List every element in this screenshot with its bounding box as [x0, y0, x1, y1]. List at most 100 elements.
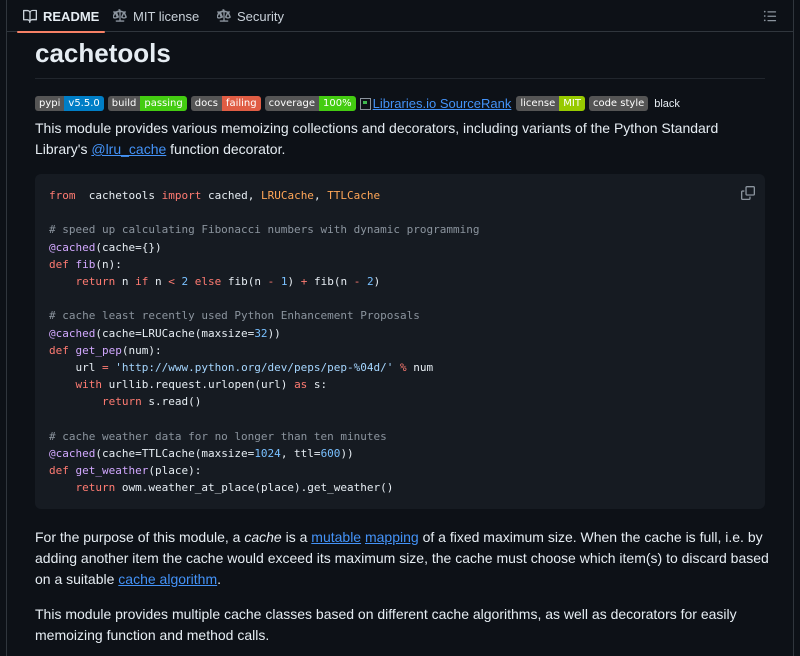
code-token: owm.weather_at_place(place).get_weather(…	[115, 481, 394, 495]
tab-readme[interactable]: README	[16, 0, 106, 33]
code-token: 2	[366, 275, 374, 289]
badge-key: pypi	[35, 96, 65, 111]
scale-icon	[113, 9, 127, 22]
readme-tabbar: README MIT license Security	[7, 0, 793, 33]
code-token: @cached	[49, 240, 96, 254]
code-line: return owm.weather_at_place(place).get_w…	[49, 479, 479, 496]
code-line: with urllib.request.urlopen(url) as s:	[49, 376, 479, 393]
code-token: # cache least recently used Python Enhan…	[49, 309, 420, 323]
copy-icon	[741, 186, 755, 200]
code-token: # speed up calculating Fibonacci numbers…	[49, 223, 480, 237]
code-line: return s.read()	[49, 393, 479, 410]
code-token: )	[154, 240, 162, 254]
code-token: (cache=	[95, 240, 142, 254]
mutable-link[interactable]: mutable	[311, 529, 361, 545]
code-token: fib(n	[307, 275, 354, 289]
code-token: get_pep	[75, 343, 122, 357]
code-token: %	[400, 361, 407, 375]
code-token: from	[49, 189, 76, 202]
code-line: # cache weather data for no longer than …	[49, 428, 479, 445]
para-text: is a	[281, 529, 312, 545]
code-line: @cached(cache={})	[49, 239, 479, 256]
sourcerank-alt-text: Libraries.io SourceRank	[372, 96, 512, 111]
mapping-link[interactable]: mapping	[365, 529, 419, 545]
code-token: =	[101, 361, 109, 375]
code-token: LRUCache	[260, 189, 314, 202]
code-token: TTLCache(maxsize=	[141, 447, 255, 461]
badge-pypi[interactable]: pypi v5.5.0	[35, 96, 104, 111]
code-token: with	[75, 378, 103, 392]
code-token: def	[49, 343, 69, 357]
intro-paragraph: This module provides various memoizing c…	[35, 118, 770, 160]
tab-label: Security	[237, 8, 284, 24]
code-token: import	[161, 189, 202, 202]
badge-coverage[interactable]: coverage 100%	[264, 96, 356, 111]
badge-code-style-value: black	[654, 97, 680, 110]
para-text: .	[217, 571, 222, 587]
tab-label: MIT license	[133, 8, 200, 24]
badge-code-style[interactable]: code style	[588, 96, 649, 111]
code-token: def	[49, 464, 69, 478]
code-token: )	[287, 275, 301, 289]
code-token: get_weather	[75, 464, 149, 478]
badge-value: passing	[140, 96, 187, 111]
code-token: (cache=	[95, 447, 142, 461]
code-block: from cachetools import cached, LRUCache,…	[35, 174, 765, 509]
badge-key: code style	[588, 96, 649, 111]
cache-definition-paragraph: For the purpose of this module, a cache …	[35, 527, 770, 590]
outline-button[interactable]	[757, 4, 783, 28]
book-icon	[23, 9, 37, 23]
code-line: # speed up calculating Fibonacci numbers…	[49, 221, 479, 238]
code-line: # cache least recently used Python Enhan…	[49, 307, 479, 324]
code-token: cachetools	[75, 189, 162, 202]
badge-build[interactable]: build passing	[107, 96, 187, 111]
code-token: @cached	[49, 447, 96, 461]
broken-image-icon	[359, 97, 371, 110]
code-token: n	[115, 275, 136, 289]
code-token: (num):	[121, 343, 162, 357]
code-line: def get_pep(num):	[49, 342, 479, 359]
lru-cache-link[interactable]: @lru_cache	[91, 141, 166, 157]
readme-panel: README MIT license Security cachetools p…	[6, 0, 794, 656]
code-line: url = 'http://www.python.org/dev/peps/pe…	[49, 359, 479, 376]
list-unordered-icon	[763, 10, 777, 22]
badge-docs[interactable]: docs failing	[190, 96, 261, 111]
badge-key: docs	[190, 96, 222, 111]
code-token: return	[101, 395, 142, 409]
code-token: 600	[320, 447, 341, 461]
badge-key: coverage	[264, 96, 320, 111]
sourcerank-badge-link[interactable]: Libraries.io SourceRank	[359, 96, 512, 111]
tab-label: README	[43, 8, 100, 24]
badge-value: 100%	[319, 96, 356, 111]
code-token: num	[406, 361, 434, 375]
para-emphasis: cache	[244, 529, 282, 545]
readme-title: cachetools	[35, 38, 171, 68]
code-token: TTLCache	[327, 189, 381, 202]
cache-algorithm-link[interactable]: cache algorithm	[118, 571, 217, 587]
code-line: def fib(n):	[49, 256, 479, 273]
badge-row: pypi v5.5.0 build passing docs failing coverag…	[35, 95, 680, 112]
code-token: fib(n	[221, 275, 268, 289]
code-content: from cachetools import cached, LRUCache,…	[49, 187, 479, 497]
code-token: s:	[307, 378, 328, 392]
badge-value: v5.5.0	[64, 96, 104, 111]
copy-button[interactable]	[739, 184, 757, 202]
code-token: ))	[267, 326, 281, 340]
code-token: else	[194, 275, 222, 289]
code-token: (cache=	[95, 326, 142, 340]
tab-mit-license[interactable]: MIT license	[113, 0, 199, 32]
badge-license[interactable]: license MIT	[516, 96, 585, 111]
code-token: @cached	[49, 326, 96, 340]
tab-security[interactable]: Security	[217, 0, 284, 32]
